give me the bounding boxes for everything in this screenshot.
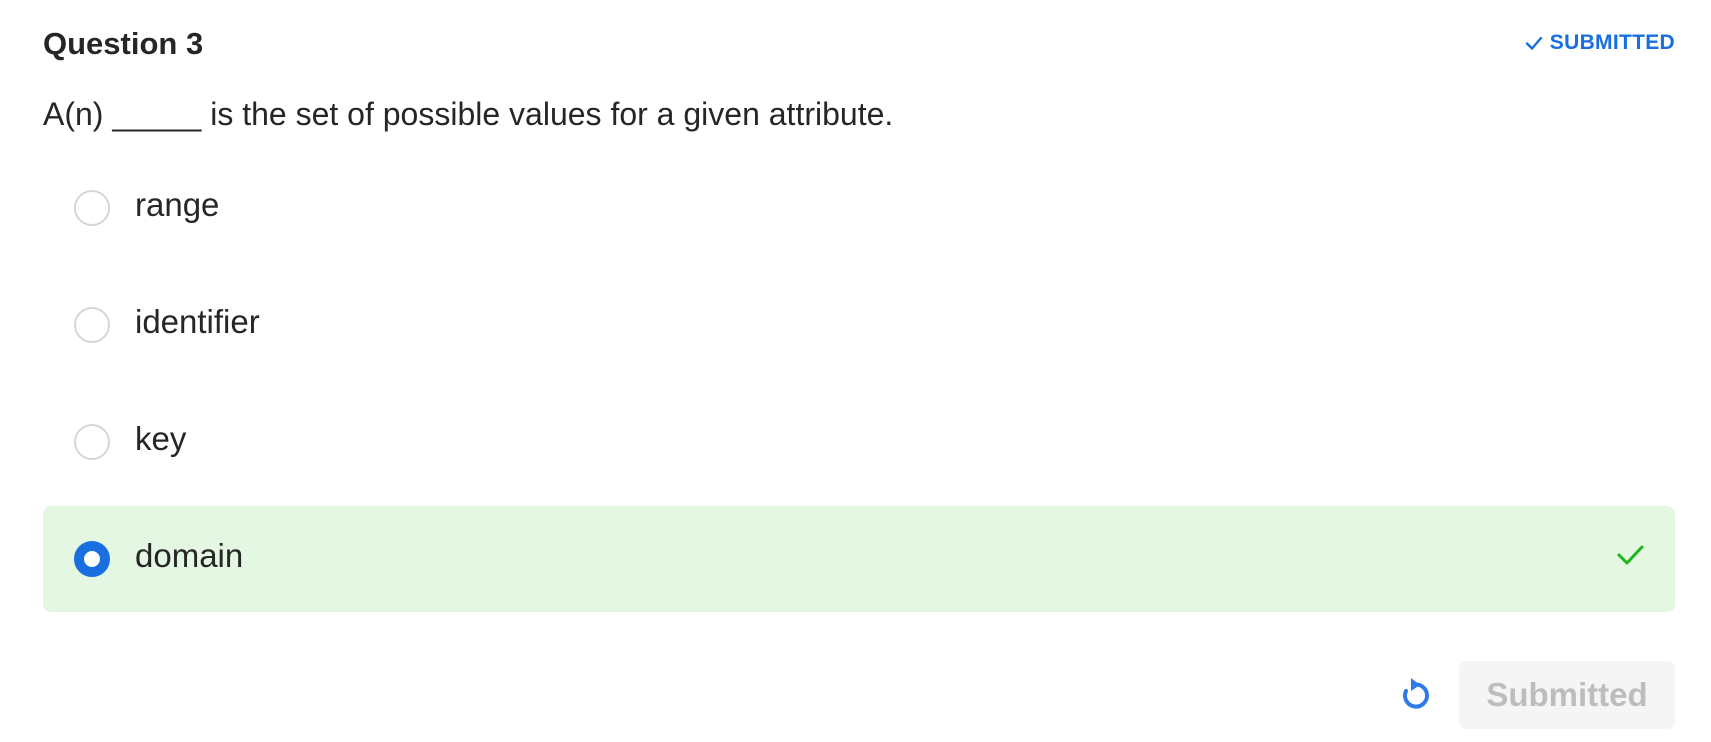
option-label: identifier: [135, 303, 260, 340]
radio-button[interactable]: [74, 190, 110, 226]
radio-button[interactable]: [74, 307, 110, 343]
option-label: domain: [135, 537, 244, 574]
status-badge: SUBMITTED: [1524, 31, 1675, 55]
check-icon: [1525, 36, 1542, 50]
option-label: range: [135, 186, 220, 223]
option-domain[interactable]: domain: [43, 506, 1675, 612]
status-label: SUBMITTED: [1549, 31, 1675, 54]
option-identifier[interactable]: identifier: [43, 272, 1675, 378]
question-card: Question 3 SUBMITTED A(n) _____ is the s…: [43, 0, 1675, 742]
question-prompt: A(n) _____ is the set of possible values…: [43, 96, 894, 132]
answer-options: range identifier key domain: [43, 155, 1675, 623]
option-label: key: [135, 420, 187, 457]
reset-icon: [1403, 678, 1429, 709]
submitted-button[interactable]: Submitted: [1459, 661, 1675, 729]
footer-actions: Submitted: [1393, 660, 1675, 730]
question-title: Question 3: [43, 26, 204, 61]
correct-check-icon: [1617, 545, 1644, 565]
question-header: Question 3 SUBMITTED: [43, 22, 1675, 66]
option-range[interactable]: range: [43, 155, 1675, 261]
option-key[interactable]: key: [43, 389, 1675, 495]
radio-button-selected[interactable]: [74, 541, 110, 577]
reset-button[interactable]: [1393, 673, 1437, 717]
radio-button[interactable]: [74, 424, 110, 460]
